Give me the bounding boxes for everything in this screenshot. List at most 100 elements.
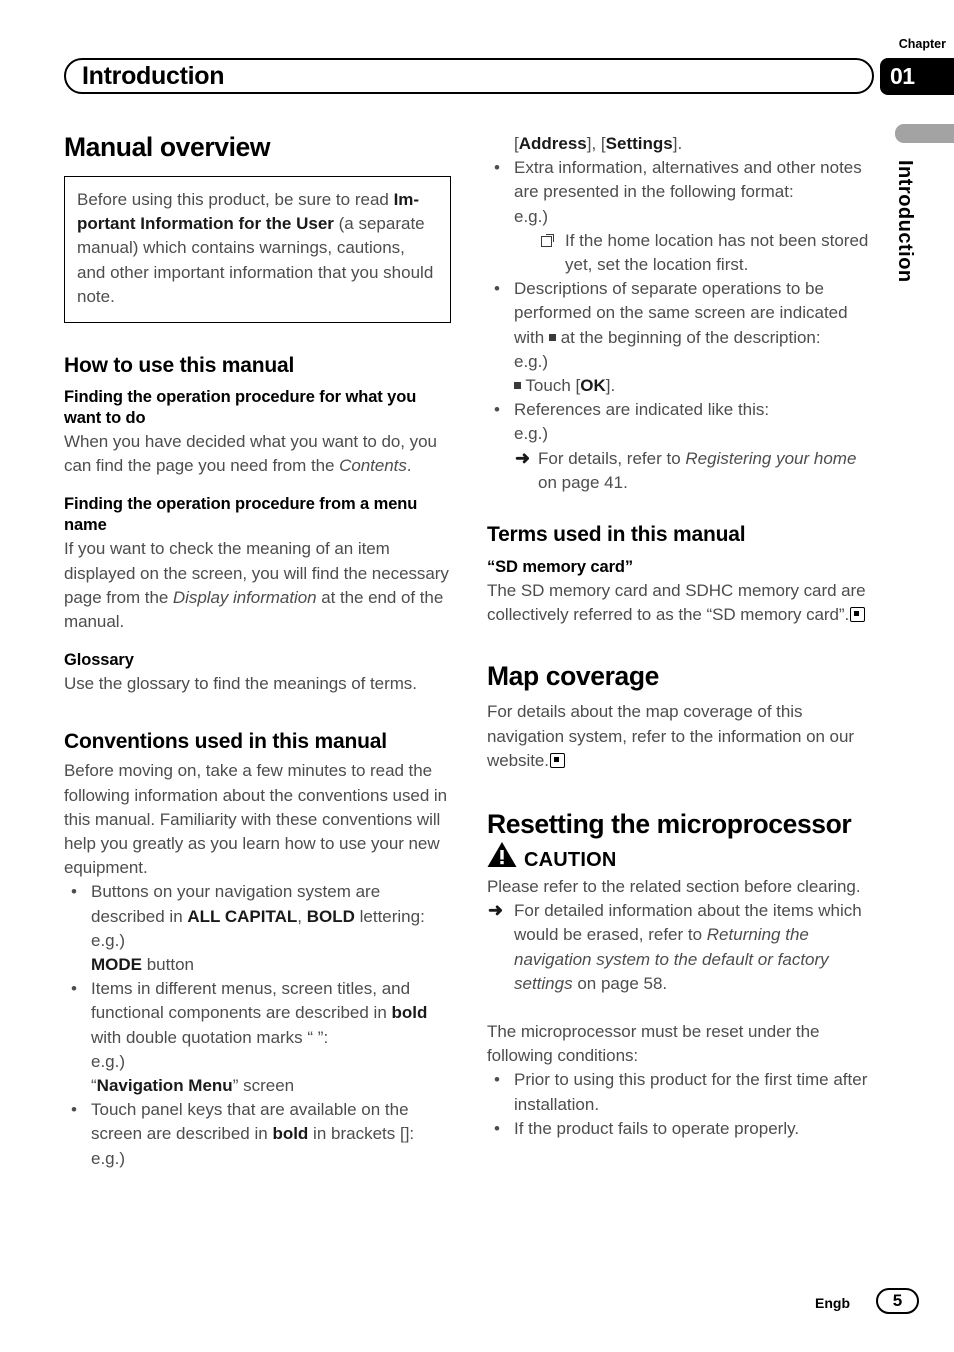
page-number-text: 5 — [892, 1291, 903, 1310]
square-bullet-icon — [514, 382, 521, 390]
r-bullet1-eg: e.g.) — [514, 206, 549, 226]
chapter-number-badge: 01 — [880, 58, 954, 95]
page-title: Introduction — [82, 62, 225, 90]
paragraph-finding-procedure: When you have decided what you want to d… — [64, 430, 457, 478]
bullet-dot-icon: • — [71, 882, 77, 902]
r-bullet3-ref-b: on page 41. — [538, 472, 628, 492]
note-box-text-1: Before using this product, be sure to re… — [77, 190, 394, 209]
bullet2-bold: bold — [391, 1003, 428, 1023]
bullet2-example-post: ” screen — [232, 1076, 295, 1096]
continued-example-line: [Address], [Settings]. — [487, 132, 880, 156]
section-heading-manual-overview: Manual overview — [64, 132, 271, 162]
conventions-bullet-list: • Buttons on your navigation system are … — [64, 880, 457, 1170]
bullet1-bold-2: BOLD — [306, 906, 355, 926]
list-item: • Descriptions of separate operations to… — [487, 277, 880, 398]
square-bullet-icon — [548, 333, 556, 341]
bullet-dot-icon: • — [494, 1070, 500, 1090]
r-bullet2-eg: e.g.) — [514, 351, 549, 371]
r-bullet3-ref-row: ➜ For details, refer to Registering your… — [514, 447, 880, 495]
bullet-dot-icon: • — [494, 158, 500, 178]
caution-triangle-icon — [487, 841, 517, 873]
r-bullet3-text: References are indicated like this: — [514, 400, 770, 420]
caution-ref-a: For detailed information about the items… — [514, 901, 862, 945]
r-bullet2-example: Touch [OK]. — [514, 374, 880, 398]
list-item: • Items in different menus, screen title… — [64, 977, 457, 1098]
map-body-text: For details about the map coverage of th… — [487, 702, 854, 770]
list-item: • Prior to using this product for the fi… — [487, 1068, 880, 1116]
bullet-dot-icon: • — [494, 400, 500, 420]
end-of-section-icon — [850, 607, 866, 623]
bullet1-eg: e.g.) — [91, 930, 126, 950]
bullet2-eg: e.g.) — [91, 1051, 126, 1071]
chapter-label: Chapter — [898, 37, 946, 51]
bullet-dot-icon: • — [494, 1118, 500, 1138]
reset-conditions-list: • Prior to using this product for the fi… — [487, 1068, 880, 1141]
important-info-box: Before using this product, be sure to re… — [64, 176, 451, 324]
paragraph-menu-name: If you want to check the meaning of an i… — [64, 537, 457, 634]
bullet2-example: “Navigation Menu” screen — [91, 1074, 457, 1098]
right-bullet-list: • Extra information, alternatives and ot… — [487, 156, 880, 495]
heading-menu-name: Finding the operation procedure from a m… — [64, 495, 418, 535]
menu-name-italic: Display information — [172, 587, 317, 607]
section-heading-resetting-microprocessor: Resetting the microprocessor — [487, 809, 852, 840]
paragraph-map-coverage: For details about the map coverage of th… — [487, 700, 880, 773]
note-box-bold-2: portant Information for the User — [77, 214, 334, 234]
note-flag-icon — [541, 229, 554, 253]
bullet3-eg: e.g.) — [91, 1148, 126, 1168]
list-item: • References are indicated like this: e.… — [487, 398, 880, 495]
reset-bullet-2: If the product fails to operate properly… — [514, 1118, 800, 1138]
chapter-number-text: 01 — [890, 63, 915, 89]
paragraph-glossary: Use the glossary to find the meanings of… — [64, 674, 417, 694]
end-of-section-icon — [549, 752, 565, 768]
bullet-dot-icon: • — [71, 1100, 77, 1120]
bullet2-text-a: Items in different menus, screen titles,… — [91, 979, 411, 1023]
subsection-conventions: Conventions used in this manual — [64, 730, 387, 754]
bullet2-example-bold: Navigation Menu — [96, 1076, 233, 1096]
page-number-badge: 5 — [876, 1288, 919, 1314]
cont-mid: ], [ — [586, 134, 606, 153]
left-column: Manual overview Before using this produc… — [64, 132, 457, 1171]
note-box-bold-1: Im- — [393, 190, 420, 209]
list-item: • Extra information, alternatives and ot… — [487, 156, 880, 277]
list-item: • If the product fails to operate proper… — [487, 1117, 880, 1141]
r-bullet3-ref-a: For details, refer to — [538, 448, 686, 468]
paragraph-sd-memory-card: The SD memory card and SDHC memory card … — [487, 579, 880, 627]
reference-arrow-icon: ➜ — [515, 447, 531, 468]
reference-arrow-icon: ➜ — [488, 900, 504, 921]
list-item: • Buttons on your navigation system are … — [64, 880, 457, 977]
bullet1-text-c: lettering: — [354, 906, 425, 926]
bullet1-text-b: , — [297, 906, 307, 926]
paragraph-caution-body: Please refer to the related section befo… — [487, 877, 861, 897]
right-column: [Address], [Settings]. • Extra informati… — [487, 132, 880, 1141]
heading-glossary: Glossary — [64, 651, 134, 670]
r-bullet2-ex-bold: OK — [580, 376, 606, 396]
r-bullet2-text-b: at the beginning of the description: — [555, 327, 821, 347]
footer-language-label: Engb — [815, 1295, 850, 1311]
bullet1-example: MODE button — [91, 953, 457, 977]
bullet3-bold: bold — [272, 1124, 309, 1144]
r-bullet1-note-row: If the home location has not been stored… — [514, 229, 880, 277]
bullet-dot-icon: • — [71, 979, 77, 999]
r-bullet3-eg: e.g.) — [514, 424, 549, 444]
paragraph-reset-intro: The microprocessor must be reset under t… — [487, 1022, 820, 1066]
subsection-how-to-use: How to use this manual — [64, 354, 295, 378]
finding-procedure-text-2: . — [406, 456, 412, 476]
heading-sd-memory-card: “SD memory card” — [487, 558, 634, 577]
r-bullet1-text: Extra information, alternatives and othe… — [514, 158, 862, 202]
section-heading-map-coverage: Map coverage — [487, 661, 659, 692]
caution-reference-row: ➜ For detailed information about the ite… — [487, 899, 880, 996]
cont-bold-settings: Settings — [605, 134, 673, 153]
cont-bold-address: Address — [518, 134, 587, 153]
r-bullet2-ex-a: Touch [ — [525, 376, 581, 396]
side-tab-marker — [895, 124, 954, 143]
bullet-dot-icon: • — [494, 279, 500, 299]
caution-label: CAUTION — [524, 849, 617, 872]
paragraph-conventions: Before moving on, take a few minutes to … — [64, 761, 448, 878]
bullet1-example-bold: MODE — [91, 955, 142, 975]
finding-procedure-italic: Contents — [339, 456, 407, 476]
bullet1-example-rest: button — [142, 955, 194, 975]
side-tab-label: Introduction — [894, 160, 916, 283]
r-bullet1-note-text: If the home location has not been stored… — [565, 230, 869, 275]
heading-finding-procedure: Finding the operation procedure for what… — [64, 388, 417, 428]
list-item: • Touch panel keys that are available on… — [64, 1098, 457, 1171]
